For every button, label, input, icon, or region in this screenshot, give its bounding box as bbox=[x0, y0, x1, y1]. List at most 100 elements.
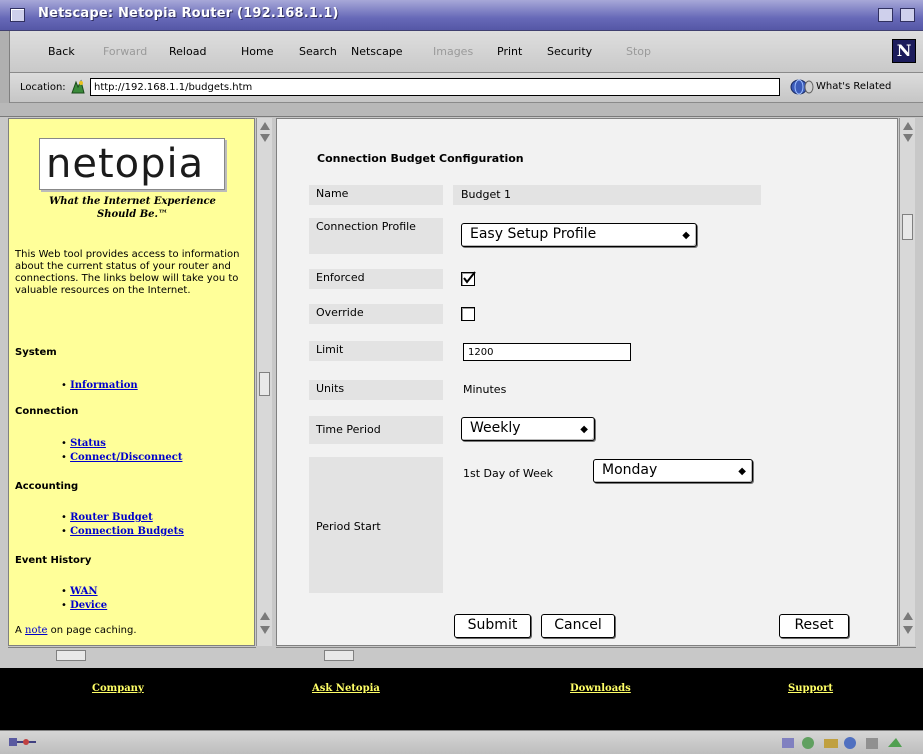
reload-button[interactable]: Reload bbox=[169, 45, 206, 58]
page-proxy-icon[interactable] bbox=[70, 79, 86, 95]
name-label: Name bbox=[309, 185, 443, 205]
select-arrows-icon: ◆ bbox=[738, 466, 746, 477]
personal-toolbar-collapsed[interactable] bbox=[0, 103, 923, 117]
footer-link-support[interactable]: Support bbox=[788, 683, 833, 694]
scroll-thumb[interactable] bbox=[902, 214, 913, 240]
window-title-bar: Netscape: Netopia Router (192.168.1.1) bbox=[0, 0, 923, 31]
scroll-thumb[interactable] bbox=[324, 650, 354, 661]
bullet: • bbox=[61, 438, 71, 449]
override-checkbox[interactable] bbox=[461, 307, 475, 321]
navigation-toolbar: Back Forward Reload Home Search Netscape… bbox=[0, 31, 923, 73]
name-value-cell: Budget 1 bbox=[453, 185, 761, 205]
location-collapse-tab[interactable] bbox=[0, 73, 10, 103]
scroll-up-icon[interactable] bbox=[260, 122, 270, 130]
scroll-down-icon[interactable] bbox=[903, 134, 913, 142]
footer-link-ask-netopia[interactable]: Ask Netopia bbox=[312, 683, 380, 694]
scroll-thumb[interactable] bbox=[259, 372, 270, 396]
cache-note-suffix: on page caching. bbox=[50, 625, 137, 636]
time-period-select[interactable]: Weekly ◆ bbox=[461, 417, 595, 441]
reset-button[interactable]: Reset bbox=[779, 614, 849, 638]
back-button[interactable]: Back bbox=[48, 45, 75, 58]
netopia-logo-text: netopia bbox=[46, 141, 205, 187]
main-horizontal-scrollbar[interactable] bbox=[276, 647, 916, 663]
connection-profile-select[interactable]: Easy Setup Profile ◆ bbox=[461, 223, 697, 247]
footer-link-company[interactable]: Company bbox=[92, 683, 144, 694]
scroll-down-icon[interactable] bbox=[260, 134, 270, 142]
scroll-down-icon[interactable] bbox=[260, 626, 270, 634]
sidebar-item-device[interactable]: • Device bbox=[61, 598, 107, 611]
units-label: Units bbox=[309, 380, 443, 400]
first-day-of-week-label: 1st Day of Week bbox=[463, 467, 553, 480]
sidebar-item-connect-disconnect[interactable]: • Connect/Disconnect bbox=[61, 450, 182, 463]
intro-text: This Web tool provides access to informa… bbox=[15, 249, 240, 296]
status-bar bbox=[0, 730, 923, 754]
sidebar-link-connection-budgets[interactable]: Connection Budgets bbox=[70, 526, 184, 537]
whats-related-label[interactable]: What's Related bbox=[816, 81, 891, 92]
location-bar: Location: What's Related bbox=[0, 73, 923, 103]
sidebar-link-information[interactable]: Information bbox=[70, 380, 138, 391]
search-button[interactable]: Search bbox=[299, 45, 337, 58]
override-label: Override bbox=[309, 304, 443, 324]
sidebar-link-connect-disconnect[interactable]: Connect/Disconnect bbox=[70, 452, 182, 463]
cache-note: A note on page caching. bbox=[15, 625, 137, 636]
section-heading-connection: Connection bbox=[15, 406, 79, 417]
images-button[interactable]: Images bbox=[433, 45, 473, 58]
sidebar-frame: netopia What the Internet Experience Sho… bbox=[8, 118, 255, 646]
component-bar-icons[interactable] bbox=[780, 735, 908, 751]
print-button[interactable]: Print bbox=[497, 45, 522, 58]
submit-button[interactable]: Submit bbox=[454, 614, 531, 638]
scroll-up-icon[interactable] bbox=[903, 612, 913, 620]
footer-frame: Company Ask Netopia Downloads Support bbox=[0, 668, 923, 730]
units-value: Minutes bbox=[463, 383, 507, 396]
security-button[interactable]: Security bbox=[547, 45, 592, 58]
netopia-logo: netopia bbox=[39, 138, 225, 190]
main-vertical-scrollbar[interactable] bbox=[899, 118, 915, 646]
scroll-up-icon[interactable] bbox=[903, 122, 913, 130]
sidebar-item-status[interactable]: • Status bbox=[61, 436, 106, 449]
forward-button[interactable]: Forward bbox=[103, 45, 147, 58]
sidebar-link-wan[interactable]: WAN bbox=[70, 586, 98, 597]
footer-link-downloads[interactable]: Downloads bbox=[570, 683, 631, 694]
sidebar-horizontal-scrollbar[interactable] bbox=[8, 647, 256, 663]
scroll-up-icon[interactable] bbox=[260, 612, 270, 620]
sidebar-item-router-budget[interactable]: • Router Budget bbox=[61, 510, 153, 523]
cancel-button[interactable]: Cancel bbox=[541, 614, 615, 638]
bullet: • bbox=[61, 526, 71, 537]
scroll-down-icon[interactable] bbox=[903, 626, 913, 634]
period-start-label: Period Start bbox=[309, 457, 443, 593]
sidebar-item-wan[interactable]: • WAN bbox=[61, 584, 98, 597]
sidebar-vertical-scrollbar[interactable] bbox=[256, 118, 272, 646]
connection-status-icon bbox=[8, 736, 38, 748]
first-day-of-week-value: Monday bbox=[602, 462, 658, 478]
sidebar-item-information[interactable]: • Information bbox=[61, 378, 138, 391]
limit-input[interactable] bbox=[463, 343, 631, 361]
time-period-label: Time Period bbox=[309, 416, 443, 444]
enforced-checkbox[interactable] bbox=[461, 271, 476, 286]
stop-button[interactable]: Stop bbox=[626, 45, 651, 58]
window-shade-box[interactable] bbox=[900, 8, 915, 22]
tagline-line2: Should Be.™ bbox=[96, 209, 168, 220]
whats-related-icon[interactable] bbox=[790, 79, 814, 95]
window-close-box[interactable] bbox=[10, 8, 25, 22]
name-value: Budget 1 bbox=[461, 188, 512, 201]
sidebar-item-connection-budgets[interactable]: • Connection Budgets bbox=[61, 524, 184, 537]
netscape-button[interactable]: Netscape bbox=[351, 45, 403, 58]
window-zoom-box[interactable] bbox=[878, 8, 893, 22]
section-heading-system: System bbox=[15, 347, 57, 358]
page-title: Connection Budget Configuration bbox=[317, 152, 524, 165]
bullet: • bbox=[61, 452, 71, 463]
bullet: • bbox=[61, 586, 71, 597]
sidebar-link-status[interactable]: Status bbox=[70, 438, 106, 449]
netscape-logo-icon: N bbox=[892, 39, 916, 63]
select-arrows-icon: ◆ bbox=[682, 230, 690, 241]
scroll-thumb[interactable] bbox=[56, 650, 86, 661]
cache-note-link[interactable]: note bbox=[25, 625, 47, 636]
first-day-of-week-select[interactable]: Monday ◆ bbox=[593, 459, 753, 483]
url-input[interactable] bbox=[90, 78, 780, 96]
sidebar-link-router-budget[interactable]: Router Budget bbox=[70, 512, 153, 523]
toolbar-collapse-tab[interactable] bbox=[0, 31, 10, 73]
home-button[interactable]: Home bbox=[241, 45, 273, 58]
bullet: • bbox=[61, 380, 71, 391]
select-arrows-icon: ◆ bbox=[580, 424, 588, 435]
sidebar-link-device[interactable]: Device bbox=[70, 600, 107, 611]
